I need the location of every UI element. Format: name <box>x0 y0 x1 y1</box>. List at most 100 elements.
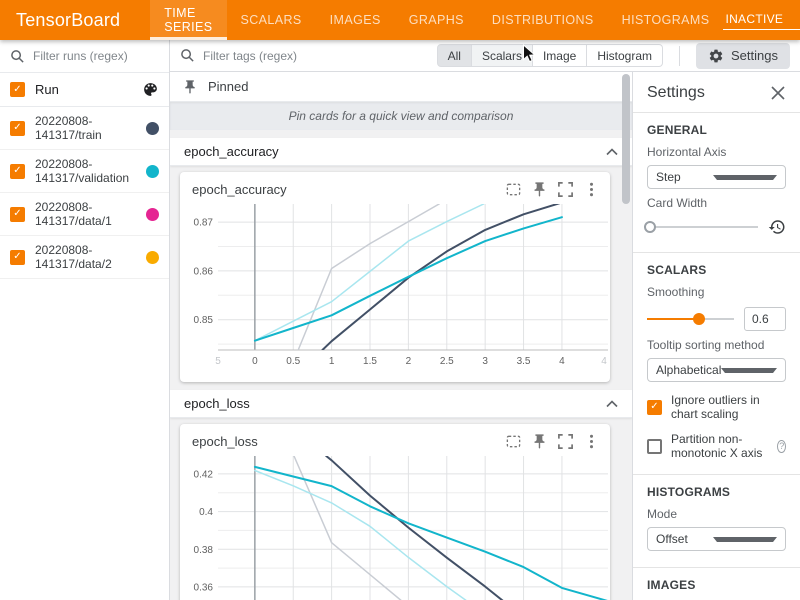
pin-icon[interactable] <box>531 433 548 450</box>
run-row-data-2[interactable]: 20220808-141317/data/2 <box>0 236 169 279</box>
svg-text:0.4: 0.4 <box>199 507 213 518</box>
run-color-dot <box>146 165 159 178</box>
tab-scalars[interactable]: SCALARS <box>227 0 316 40</box>
card-title: epoch_loss <box>192 434 505 449</box>
card-toolbar <box>505 181 600 198</box>
chevron-up-icon <box>606 400 618 408</box>
pin-icon <box>182 79 198 95</box>
runs-column-header: Run <box>0 73 169 107</box>
tab-time-series[interactable]: TIME SERIES <box>150 0 226 40</box>
svg-text:1: 1 <box>329 356 335 367</box>
tab-histograms[interactable]: HISTOGRAMS <box>608 0 724 40</box>
run-row-data-1[interactable]: 20220808-141317/data/1 <box>0 193 169 236</box>
settings-section-scalars: SCALARS Smoothing Tooltip sorting method… <box>633 252 800 474</box>
pinned-label: Pinned <box>208 79 248 94</box>
section-heading: SCALARS <box>647 263 786 277</box>
smoothing-value-input[interactable] <box>744 307 786 331</box>
settings-button-label: Settings <box>731 48 778 63</box>
slider-thumb[interactable] <box>693 313 705 325</box>
more-options-icon[interactable] <box>583 433 600 450</box>
cards-scroll-area: Pinned Pin cards for a quick view and co… <box>170 72 632 600</box>
settings-section-general: GENERAL Horizontal Axis Step Card Width <box>633 112 800 252</box>
chevron-up-icon <box>606 148 618 156</box>
chip-all[interactable]: All <box>437 44 472 67</box>
chip-image[interactable]: Image <box>533 44 587 67</box>
run-name-line1: 20220808- <box>35 157 92 171</box>
run-row-validation[interactable]: 20220808-141317/validation <box>0 150 169 193</box>
settings-button[interactable]: Settings <box>696 43 790 69</box>
pin-icon[interactable] <box>531 181 548 198</box>
fullscreen-icon[interactable] <box>557 181 574 198</box>
runs-column-label: Run <box>35 82 132 97</box>
more-options-icon[interactable] <box>583 181 600 198</box>
svg-text:0.38: 0.38 <box>194 545 214 556</box>
palette-icon[interactable] <box>142 81 159 98</box>
close-icon[interactable] <box>770 85 786 101</box>
svg-text:0.85: 0.85 <box>194 315 214 326</box>
svg-text:2: 2 <box>406 356 412 367</box>
epoch-accuracy-line-chart[interactable]: 0.850.860.8700.511.522.533.5454 <box>180 202 610 370</box>
select-value: Alphabetical <box>656 363 721 377</box>
partition-x-axis-row: Partition non-monotonic X axis <box>647 432 786 460</box>
fit-to-data-icon[interactable] <box>505 433 522 450</box>
tooltip-sorting-select[interactable]: Alphabetical <box>647 358 786 382</box>
epoch-loss-line-chart[interactable]: 0.360.380.40.4200.511.522.533.54 <box>180 454 610 600</box>
partition-x-axis-checkbox[interactable] <box>647 439 662 454</box>
card-toolbar <box>505 433 600 450</box>
runs-filter-input[interactable] <box>33 49 159 63</box>
fit-to-data-icon[interactable] <box>505 181 522 198</box>
histogram-mode-select[interactable]: Offset <box>647 527 786 551</box>
section-title: epoch_loss <box>184 396 606 411</box>
scalar-card-epoch-accuracy: epoch_accuracy 0.850.860.8700.511.522.53… <box>180 172 610 382</box>
run-checkbox[interactable] <box>10 250 25 265</box>
reset-icon[interactable] <box>768 218 786 236</box>
svg-text:3: 3 <box>482 356 488 367</box>
run-checkbox[interactable] <box>10 207 25 222</box>
fullscreen-icon[interactable] <box>557 433 574 450</box>
chevron-down-icon <box>713 175 778 180</box>
horizontal-axis-select[interactable]: Step <box>647 165 786 189</box>
chip-histogram[interactable]: Histogram <box>587 44 663 67</box>
runs-filter-row <box>0 40 169 73</box>
reload-status-select[interactable]: INACTIVE <box>723 10 800 30</box>
pinned-section-header: Pinned <box>170 72 632 102</box>
smoothing-label: Smoothing <box>647 285 786 299</box>
svg-text:4: 4 <box>601 356 607 367</box>
run-color-dot <box>146 208 159 221</box>
vertical-scrollbar[interactable] <box>622 74 630 204</box>
search-icon <box>180 48 195 63</box>
run-name-line1: 20220808- <box>35 200 92 214</box>
svg-text:5: 5 <box>215 356 221 367</box>
card-header: epoch_loss <box>180 424 610 454</box>
run-checkbox[interactable] <box>10 164 25 179</box>
svg-text:1.5: 1.5 <box>363 356 377 367</box>
run-name-line2: 141317/data/2 <box>35 257 112 271</box>
svg-text:3.5: 3.5 <box>517 356 531 367</box>
select-all-runs-checkbox[interactable] <box>10 82 25 97</box>
run-name-line1: 20220808- <box>35 243 92 257</box>
appbar-actions: INACTIVE <box>723 0 800 40</box>
chip-scalars[interactable]: Scalars <box>472 44 533 67</box>
run-checkbox[interactable] <box>10 121 25 136</box>
tab-images[interactable]: IMAGES <box>316 0 395 40</box>
ignore-outliers-row: Ignore outliers in chart scaling <box>647 393 786 421</box>
ignore-outliers-checkbox[interactable] <box>647 400 662 415</box>
tab-distributions[interactable]: DISTRIBUTIONS <box>478 0 608 40</box>
section-header-epoch-accuracy[interactable]: epoch_accuracy <box>170 138 632 166</box>
card-header: epoch_accuracy <box>180 172 610 202</box>
card-width-slider[interactable] <box>647 220 758 234</box>
tags-filter-input[interactable] <box>203 49 429 63</box>
run-row-train[interactable]: 20220808-141317/train <box>0 107 169 150</box>
horizontal-axis-label: Horizontal Axis <box>647 145 786 159</box>
tab-graphs[interactable]: GRAPHS <box>395 0 478 40</box>
mode-label: Mode <box>647 507 786 521</box>
run-color-dot <box>146 251 159 264</box>
section-header-epoch-loss[interactable]: epoch_loss <box>170 390 632 418</box>
run-name-line2: 141317/validation <box>35 171 129 185</box>
svg-text:0.5: 0.5 <box>286 356 300 367</box>
help-icon[interactable] <box>777 440 786 453</box>
smoothing-slider[interactable] <box>647 312 734 326</box>
runs-sidebar: Run 20220808-141317/train 20220808-14131… <box>0 40 170 600</box>
scalar-card-epoch-loss: epoch_loss 0.360.380.40.4200.511.522.533… <box>180 424 610 600</box>
slider-thumb[interactable] <box>644 221 656 233</box>
